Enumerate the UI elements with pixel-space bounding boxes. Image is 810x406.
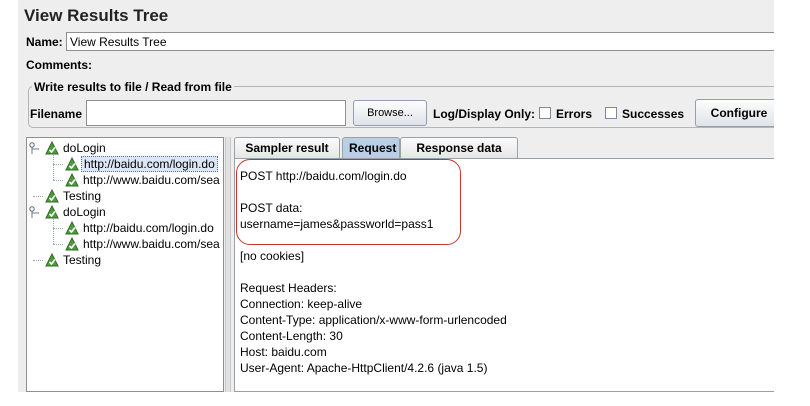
sample-success-icon [65, 172, 79, 187]
page-title: View Results Tree [24, 6, 169, 25]
request-text-line: Content-Length: 30 [240, 329, 343, 343]
successes-checkbox[interactable] [605, 107, 617, 119]
sample-success-icon [45, 252, 59, 267]
sample-success-icon [65, 236, 79, 251]
request-text-line: Request Headers: [240, 281, 337, 295]
tree-connector-line [53, 244, 63, 245]
request-text-line: Host: baidu.com [240, 345, 327, 359]
tab-response-data[interactable]: Response data [400, 137, 518, 158]
tree-node-sampler[interactable]: Testing [61, 252, 103, 268]
tree-node-sampler[interactable]: doLogin [61, 204, 108, 220]
tree-node-sampler[interactable]: doLogin [61, 140, 108, 156]
configure-button[interactable]: Configure [695, 99, 774, 127]
sample-success-icon [45, 140, 59, 155]
errors-label: Errors [556, 107, 593, 121]
tree-node-request[interactable]: http://baidu.com/login.do [81, 156, 218, 172]
tree-node-label: http://www.baidu.com/sea [83, 173, 220, 187]
filename-field[interactable] [86, 100, 346, 126]
name-label: Name: [26, 35, 63, 49]
tree-connector-line [53, 180, 63, 181]
comments-label: Comments: [26, 58, 93, 72]
sample-success-icon [65, 156, 79, 171]
request-text-line: [no cookies] [240, 249, 305, 263]
highlight-oval-annotation [236, 159, 461, 245]
browse-button[interactable]: Browse... [353, 100, 427, 126]
successes-label: Successes [622, 107, 685, 121]
view-results-tree-panel: View Results Tree Name: View Results Tre… [18, 0, 774, 392]
results-tree[interactable]: doLogin http://baidu.com/login.do http://w… [26, 137, 224, 392]
split-pane-divider[interactable] [225, 137, 231, 392]
tree-node-label: doLogin [63, 205, 106, 219]
file-group-title: Write results to file / Read from file [32, 80, 234, 94]
tree-node-label: Testing [63, 253, 102, 267]
tree-expand-handle-icon[interactable] [29, 140, 41, 156]
errors-checkbox[interactable] [539, 107, 551, 119]
tab-sampler-result[interactable]: Sampler result [234, 137, 340, 158]
tree-connector-line [53, 155, 54, 180]
name-field[interactable]: View Results Tree [66, 32, 774, 51]
tab-request[interactable]: Request [342, 137, 400, 158]
log-display-label: Log/Display Only: [433, 107, 536, 121]
tree-node-label: doLogin [63, 141, 106, 155]
sample-success-icon [45, 204, 59, 219]
filename-label: Filename [30, 107, 83, 121]
tree-connector-line [53, 228, 63, 229]
request-text-line: User-Agent: Apache-HttpClient/4.2.6 (jav… [240, 361, 488, 375]
tree-connector-line [53, 219, 54, 244]
request-text-line: Content-Type: application/x-www-form-url… [240, 313, 507, 327]
tree-node-label: http://www.baidu.com/sea [83, 237, 220, 251]
tree-node-request[interactable]: http://www.baidu.com/sea [81, 172, 222, 188]
request-text-line: Connection: keep-alive [240, 297, 363, 311]
sample-success-icon [45, 188, 59, 203]
tree-node-label: http://baidu.com/login.do [83, 221, 214, 235]
tree-node-label: http://baidu.com/login.do [81, 156, 218, 172]
tree-connector-line [33, 260, 43, 261]
tree-node-label: Testing [63, 189, 102, 203]
tree-connector-line [33, 196, 43, 197]
tree-node-request[interactable]: http://www.baidu.com/sea [81, 236, 222, 252]
tree-expand-handle-icon[interactable] [29, 204, 41, 220]
sample-success-icon [65, 220, 79, 235]
tree-node-sampler[interactable]: Testing [61, 188, 103, 204]
tree-node-request[interactable]: http://baidu.com/login.do [81, 220, 216, 236]
tree-connector-line [53, 164, 63, 165]
